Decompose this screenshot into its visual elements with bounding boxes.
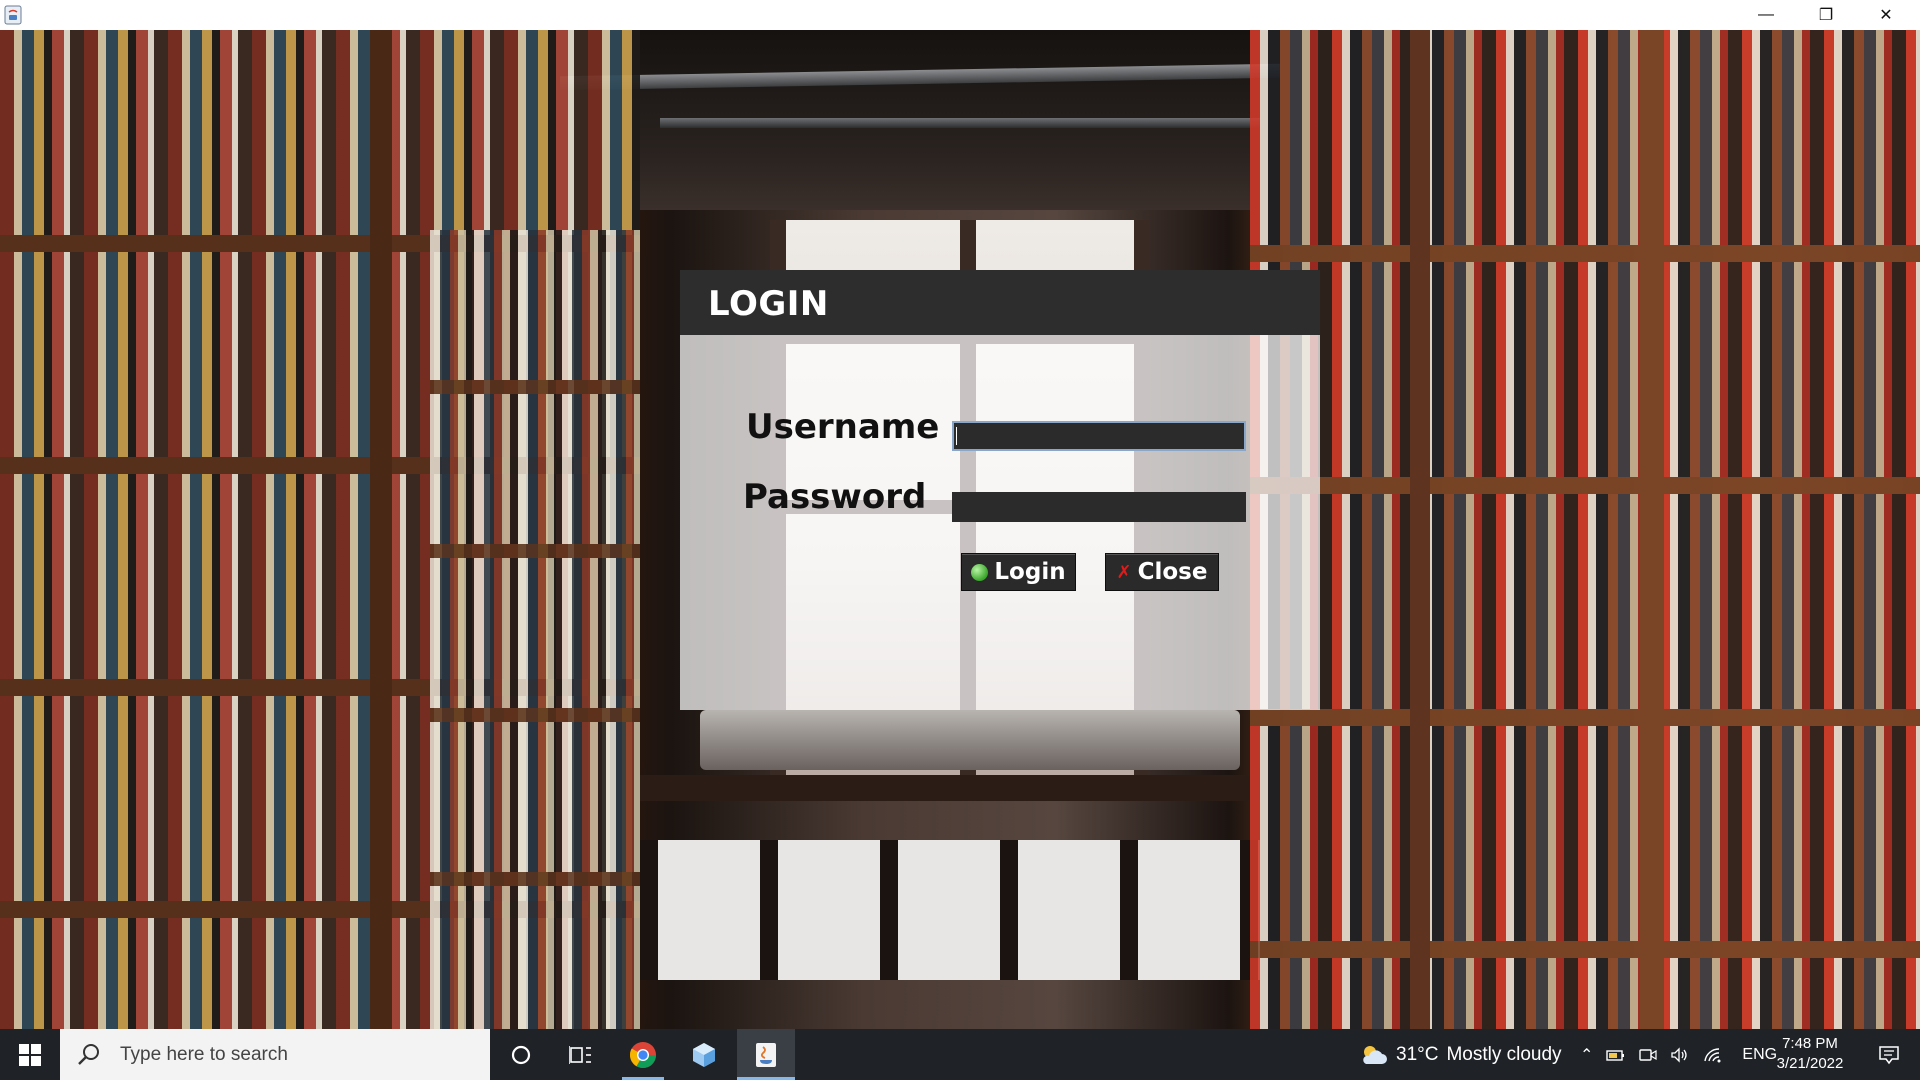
close-button-label: Close (1137, 559, 1208, 585)
chrome-icon (629, 1041, 657, 1068)
battery-icon[interactable] (1606, 1047, 1626, 1063)
scene-ledge (640, 775, 1260, 801)
close-button[interactable]: ✗ Close (1105, 553, 1219, 591)
login-button[interactable]: Login (961, 553, 1076, 591)
scene-bookshelf-center-left (430, 230, 640, 1029)
windows-start-icon (19, 1043, 41, 1066)
clock[interactable]: 7:48 PM 3/21/2022 (1760, 1034, 1860, 1074)
weather-temperature: 31°C (1396, 1043, 1439, 1065)
scene-bookshelf-post (1410, 30, 1430, 1029)
red-x-icon: ✗ (1116, 561, 1132, 583)
password-label: Password (743, 477, 927, 517)
cloud-icon (1363, 1045, 1387, 1064)
wifi-icon[interactable] (1703, 1047, 1723, 1063)
3d-viewer-taskbar-button[interactable] (675, 1029, 733, 1080)
java-taskbar-button[interactable] (737, 1029, 795, 1080)
login-title: LOGIN (708, 284, 829, 324)
chevron-up-icon[interactable]: ⌃ (1580, 1045, 1593, 1065)
scene-bookshelf-right (1250, 30, 1920, 1029)
weather-condition: Mostly cloudy (1446, 1043, 1562, 1065)
cortana-button[interactable] (492, 1029, 550, 1080)
meet-now-icon[interactable] (1639, 1047, 1658, 1063)
start-button[interactable] (0, 1029, 60, 1080)
minimize-button[interactable]: — (1736, 0, 1796, 30)
login-button-label: Login (994, 559, 1066, 585)
login-panel: Username Password Login ✗ Close (680, 335, 1320, 710)
notifications-button[interactable] (1864, 1029, 1914, 1080)
search-placeholder: Type here to search (120, 1043, 288, 1065)
task-view-button[interactable] (552, 1029, 610, 1080)
cortana-icon (511, 1045, 531, 1064)
taskbar-search-box[interactable]: Type here to search (60, 1029, 490, 1080)
system-tray: ⌃ ENG (1580, 1029, 1777, 1080)
close-window-button[interactable]: ✕ (1856, 0, 1916, 30)
green-check-icon (971, 563, 989, 581)
scene-bookshelf-post (370, 30, 392, 1029)
clock-date: 3/21/2022 (1776, 1055, 1844, 1072)
window-title-bar: — ❐ ✕ (0, 0, 1920, 30)
task-view-icon (569, 1045, 591, 1064)
maximize-button[interactable]: ❐ (1796, 0, 1856, 30)
volume-icon[interactable] (1670, 1046, 1690, 1063)
scene-bookshelf-post (1640, 30, 1664, 1029)
java-app-icon (4, 5, 22, 25)
scene-pipe (660, 118, 1260, 128)
3d-viewer-icon (693, 1042, 715, 1067)
taskbar: Type here to search 31°C Mostly cloudy ⌃… (0, 1029, 1920, 1080)
search-icon (78, 1043, 99, 1065)
scene-railing (640, 840, 1260, 980)
text-caret (956, 427, 957, 445)
notifications-icon (1879, 1045, 1899, 1064)
scene-window-seat (700, 710, 1240, 770)
login-header: LOGIN (680, 270, 1320, 335)
clock-time: 7:48 PM (1782, 1035, 1838, 1052)
chrome-taskbar-button[interactable] (614, 1029, 672, 1080)
weather-widget[interactable]: 31°C Mostly cloudy (1360, 1029, 1562, 1080)
password-input[interactable] (952, 492, 1246, 522)
username-input[interactable] (952, 421, 1246, 451)
java-icon (756, 1042, 776, 1067)
username-label: Username (746, 407, 940, 447)
